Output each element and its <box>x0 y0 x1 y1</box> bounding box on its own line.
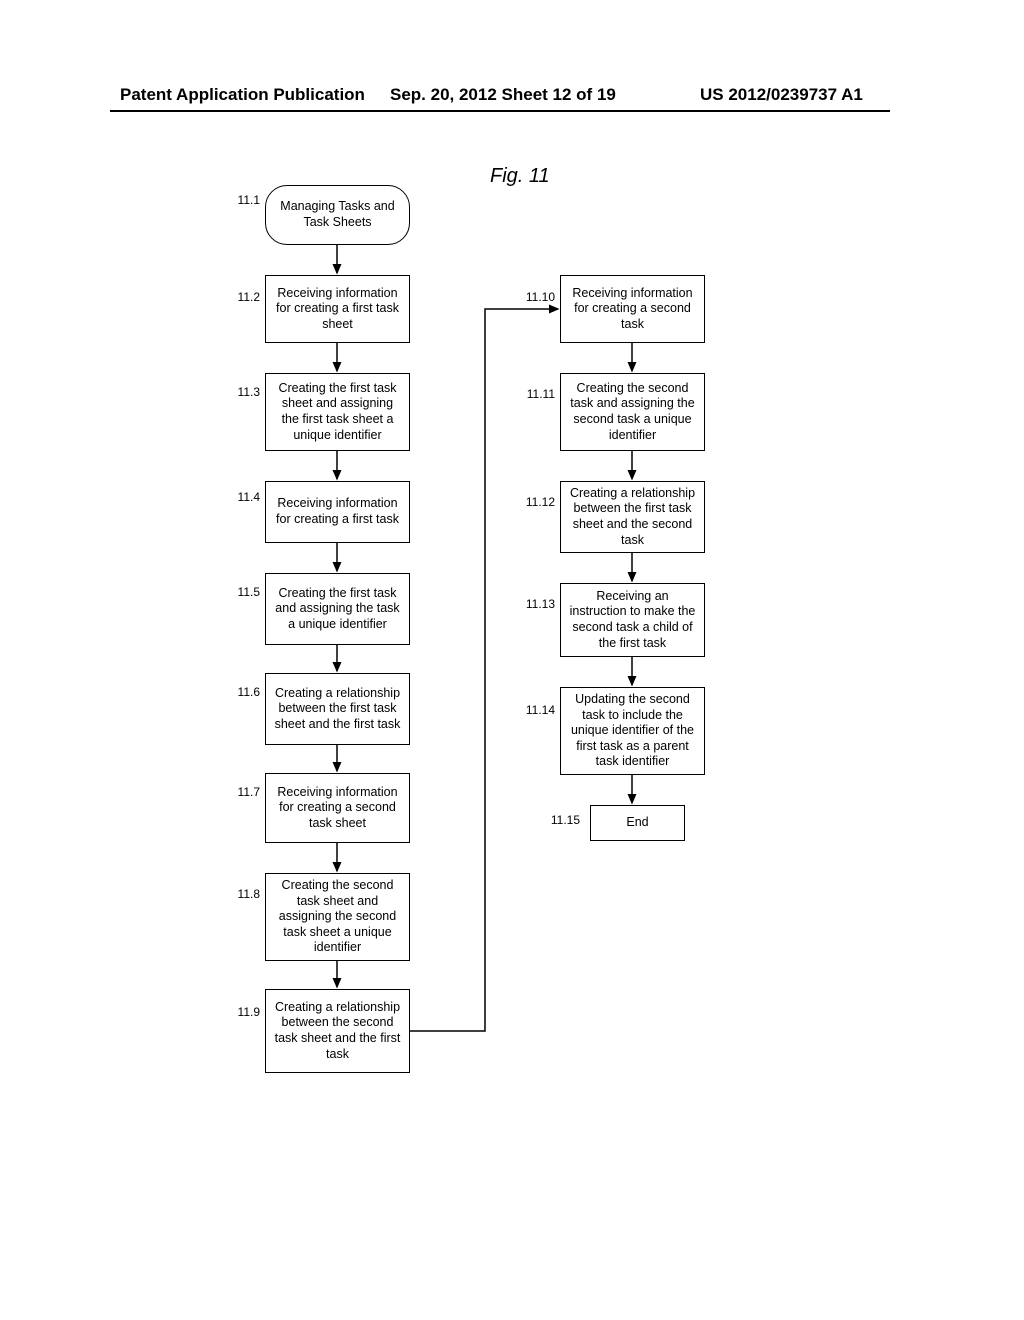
node-label: 11.1 <box>225 193 260 207</box>
node-label: 11.9 <box>225 1005 260 1019</box>
flow-arrows <box>0 175 1024 1275</box>
node-text: Receiving information for creating a fir… <box>272 286 403 333</box>
node-text: Receiving information for creating a sec… <box>567 286 698 333</box>
node-label: 11.14 <box>515 703 555 717</box>
flow-node-start: Managing Tasks and Task Sheets <box>265 185 410 245</box>
node-text: Receiving information for creating a sec… <box>272 785 403 832</box>
node-label: 11.10 <box>515 290 555 304</box>
node-label: 11.15 <box>540 813 580 827</box>
node-label: 11.6 <box>225 685 260 699</box>
header-right: US 2012/0239737 A1 <box>700 85 863 105</box>
flow-node-end: End <box>590 805 685 841</box>
flow-node: Receiving information for creating a sec… <box>265 773 410 843</box>
figure-title: Fig. 11 <box>490 165 550 188</box>
node-text: Creating a relationship between the seco… <box>272 1000 403 1063</box>
node-label: 11.5 <box>225 585 260 599</box>
node-label: 11.8 <box>225 887 260 901</box>
node-label: 11.12 <box>515 495 555 509</box>
flow-node: Creating the first task sheet and assign… <box>265 373 410 451</box>
node-text: End <box>626 815 648 831</box>
header-center: Sep. 20, 2012 Sheet 12 of 19 <box>390 85 616 105</box>
flow-node: Updating the second task to include the … <box>560 687 705 775</box>
node-label: 11.4 <box>225 490 260 504</box>
flow-node: Receiving information for creating a fir… <box>265 481 410 543</box>
node-text: Receiving information for creating a fir… <box>272 496 403 527</box>
flow-node: Receiving information for creating a fir… <box>265 275 410 343</box>
node-label: 11.11 <box>515 387 555 401</box>
flow-node: Creating the first task and assigning th… <box>265 573 410 645</box>
node-text: Updating the second task to include the … <box>567 692 698 770</box>
flow-node: Creating a relationship between the firs… <box>560 481 705 553</box>
flow-node: Creating a relationship between the seco… <box>265 989 410 1073</box>
flow-node: Receiving an instruction to make the sec… <box>560 583 705 657</box>
node-text: Creating the first task sheet and assign… <box>272 381 403 444</box>
flow-node: Creating the second task sheet and assig… <box>265 873 410 961</box>
node-text: Creating a relationship between the firs… <box>567 486 698 549</box>
flow-node: Creating a relationship between the firs… <box>265 673 410 745</box>
node-text: Receiving an instruction to make the sec… <box>567 589 698 652</box>
header-rule <box>110 110 890 112</box>
node-text: Creating the second task sheet and assig… <box>272 878 403 956</box>
node-label: 11.3 <box>225 385 260 399</box>
flow-node: Creating the second task and assigning t… <box>560 373 705 451</box>
node-label: 11.2 <box>225 290 260 304</box>
node-text: Creating the second task and assigning t… <box>567 381 698 444</box>
node-label: 11.7 <box>225 785 260 799</box>
node-text: Managing Tasks and Task Sheets <box>272 199 403 230</box>
node-text: Creating a relationship between the firs… <box>272 686 403 733</box>
node-text: Creating the first task and assigning th… <box>272 586 403 633</box>
header-left: Patent Application Publication <box>120 85 365 105</box>
node-label: 11.13 <box>515 597 555 611</box>
flow-node: Receiving information for creating a sec… <box>560 275 705 343</box>
